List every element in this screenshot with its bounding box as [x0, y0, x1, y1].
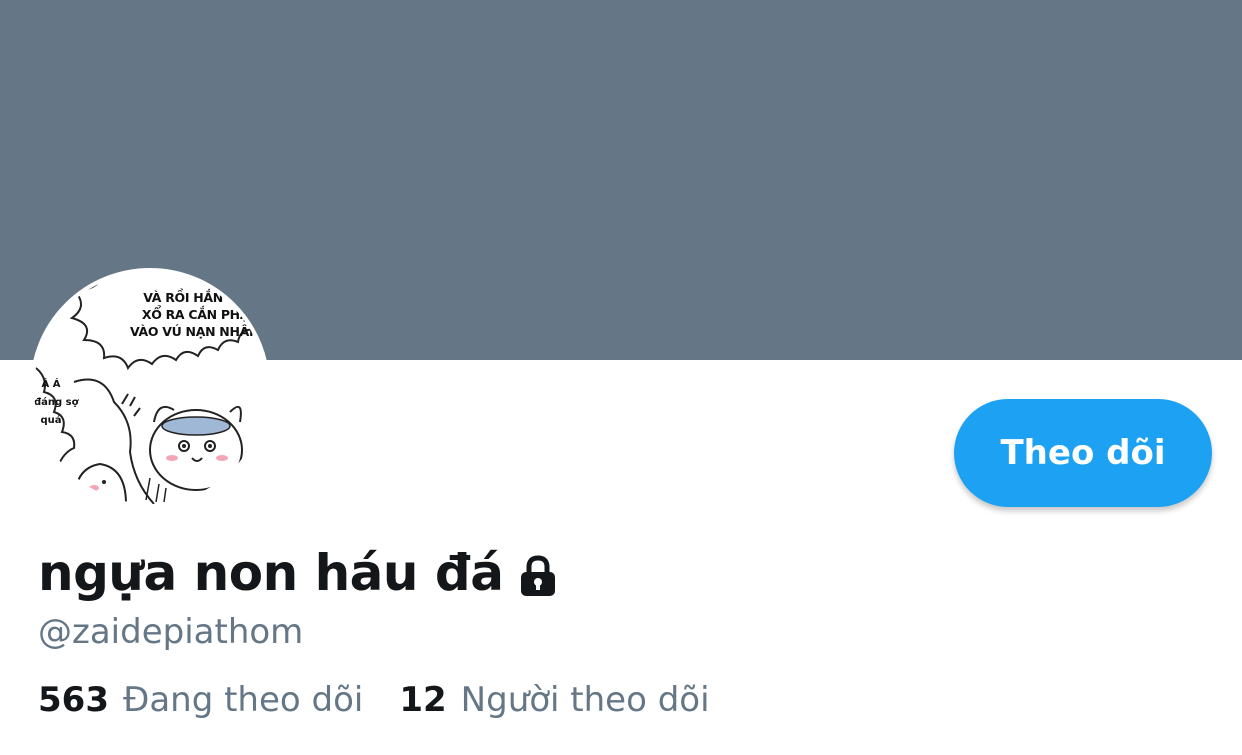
- avatar-caption: VÀ RỒI HẮN NHẢ XỔ RA CẮN PHẬP VÀO VÚ NẠN…: [130, 290, 270, 341]
- display-name: ngựa non háu đá: [38, 544, 504, 602]
- profile-avatar[interactable]: VÀ RỒI HẮN NHẢ XỔ RA CẮN PHẬP VÀO VÚ NẠN…: [30, 268, 270, 508]
- avatar-caption-line: XỔ RA CẮN PHẬP: [141, 306, 259, 322]
- avatar-side-line: đáng sợ: [34, 397, 79, 408]
- following-label: Đang theo dõi: [122, 680, 364, 720]
- avatar-side-line: quá: [40, 415, 62, 426]
- avatar-caption-line: VÀ RỒI HẮN NHẢ: [143, 290, 257, 305]
- avatar-side-text: Á Á đáng sợ quá: [34, 376, 79, 430]
- profile-name-row: ngựa non háu đá: [38, 538, 561, 608]
- avatar-caption-line: VÀO VÚ NẠN NHÂN!!: [130, 323, 270, 339]
- followers-stat[interactable]: 12 Người theo dõi: [399, 680, 709, 720]
- followers-label: Người theo dõi: [460, 680, 710, 720]
- profile-handle: @zaidepiathom: [38, 612, 304, 652]
- followers-count: 12: [399, 680, 447, 720]
- lock-icon: [515, 553, 561, 603]
- following-count: 563: [38, 680, 109, 720]
- profile-stats: 563 Đang theo dõi 12 Người theo dõi: [38, 680, 710, 720]
- avatar-side-line: Á Á: [41, 379, 61, 390]
- follow-button[interactable]: Theo dõi: [954, 399, 1212, 507]
- following-stat[interactable]: 563 Đang theo dõi: [38, 680, 363, 720]
